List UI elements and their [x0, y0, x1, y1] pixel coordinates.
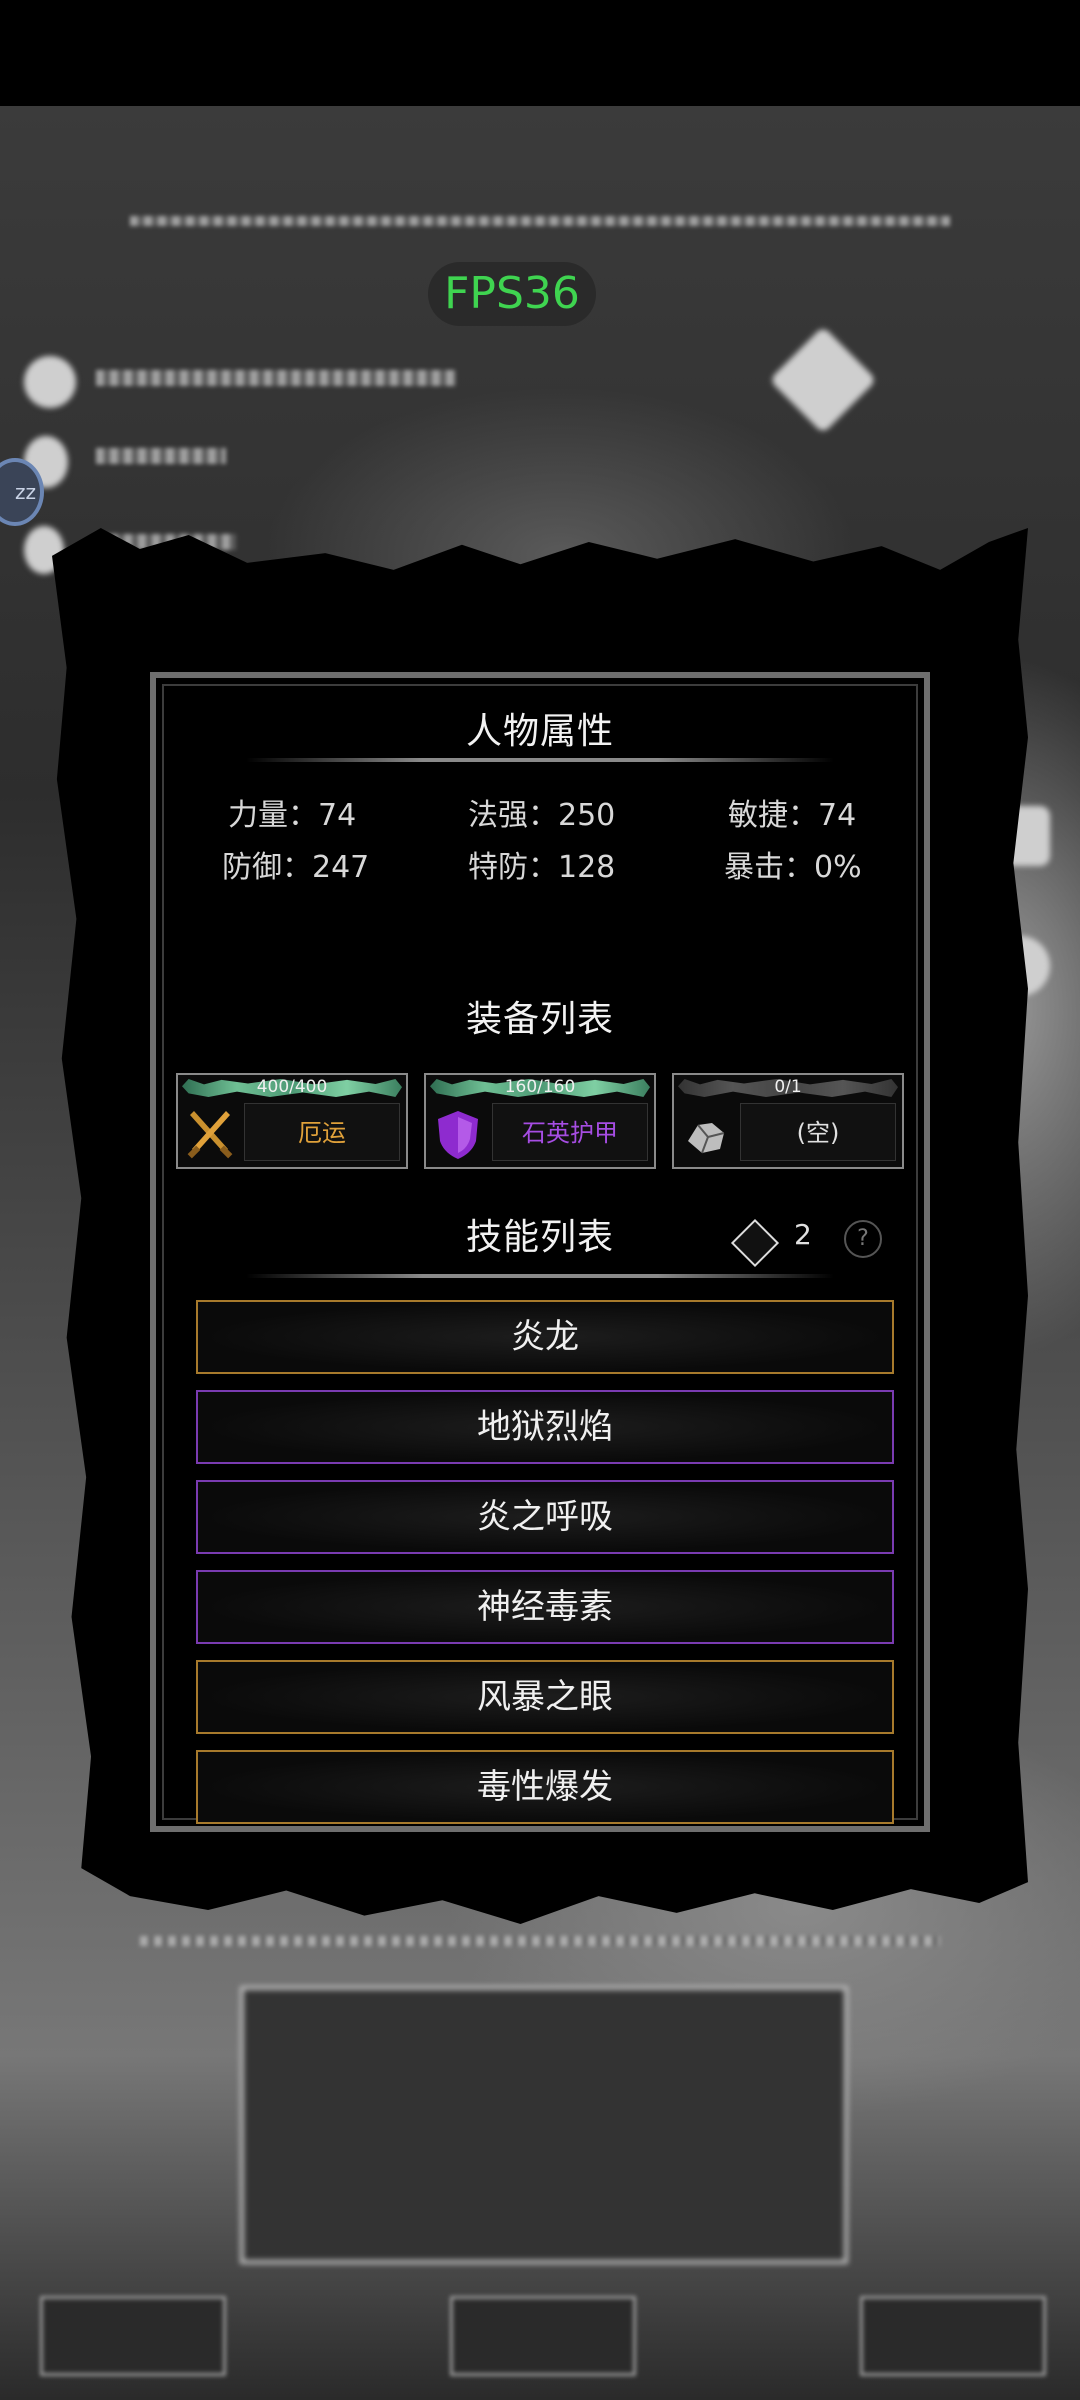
skill-button[interactable]: 地狱烈焰: [196, 1390, 894, 1464]
heart-icon: [24, 356, 76, 408]
character-panel: 人物属性 力量：74 法强：250 敏捷：74 防御：247 特防：128 暴击…: [150, 672, 930, 1832]
equipment-slot-accessory[interactable]: 0/1 (空): [672, 1073, 904, 1169]
quest-icon: [769, 326, 877, 434]
equipment-title: 装备列表: [465, 999, 614, 1040]
skill-button[interactable]: 炎龙: [196, 1300, 894, 1374]
background-button-center: [450, 2296, 636, 2376]
background-divider-bottom: [140, 1936, 940, 1946]
durability-text: 400/400: [256, 1077, 328, 1097]
stat-spell-power: 法强：250: [468, 798, 616, 833]
stat-defense: 防御：247: [222, 850, 370, 885]
background-button-left: [40, 2296, 226, 2376]
equipment-name: 厄运: [244, 1103, 400, 1161]
skill-button[interactable]: 炎之呼吸: [196, 1480, 894, 1554]
equipment-name: (空): [740, 1103, 896, 1161]
crossed-swords-icon: [187, 1111, 233, 1159]
status-bar-area: [0, 0, 1080, 106]
stat-agility: 敏捷：74: [728, 798, 857, 833]
skills-divider: [246, 1274, 834, 1278]
background-button-right: [860, 2296, 1046, 2376]
skill-button[interactable]: 风暴之眼: [196, 1660, 894, 1734]
shield-icon: [438, 1111, 478, 1159]
stat-critical: 暴击：0%: [724, 850, 862, 885]
attributes-title: 人物属性: [465, 711, 614, 752]
stat-magic-defense: 特防：128: [468, 850, 616, 885]
durability-text: 160/160: [504, 1077, 576, 1097]
accessory-icon: [688, 1123, 725, 1154]
stat-strength: 力量：74: [228, 798, 357, 833]
attributes-divider: [246, 758, 834, 762]
equipment-name: 石英护甲: [492, 1103, 648, 1161]
equipment-slot-armor[interactable]: 160/160 石英护甲: [424, 1073, 656, 1169]
fps-counter: FPS36: [428, 262, 596, 326]
skill-points-count: 2: [794, 1218, 812, 1251]
skill-button[interactable]: 毒性爆发: [196, 1750, 894, 1824]
help-button[interactable]: ?: [844, 1220, 882, 1258]
background-card: [240, 1986, 848, 2264]
stamina-bar: [96, 448, 226, 464]
equipment-slot-weapon[interactable]: 400/400 厄运: [176, 1073, 408, 1169]
durability-text: 0/1: [774, 1077, 802, 1097]
health-bar: [96, 370, 456, 386]
background-divider: [130, 216, 950, 226]
skill-button[interactable]: 神经毒素: [196, 1570, 894, 1644]
